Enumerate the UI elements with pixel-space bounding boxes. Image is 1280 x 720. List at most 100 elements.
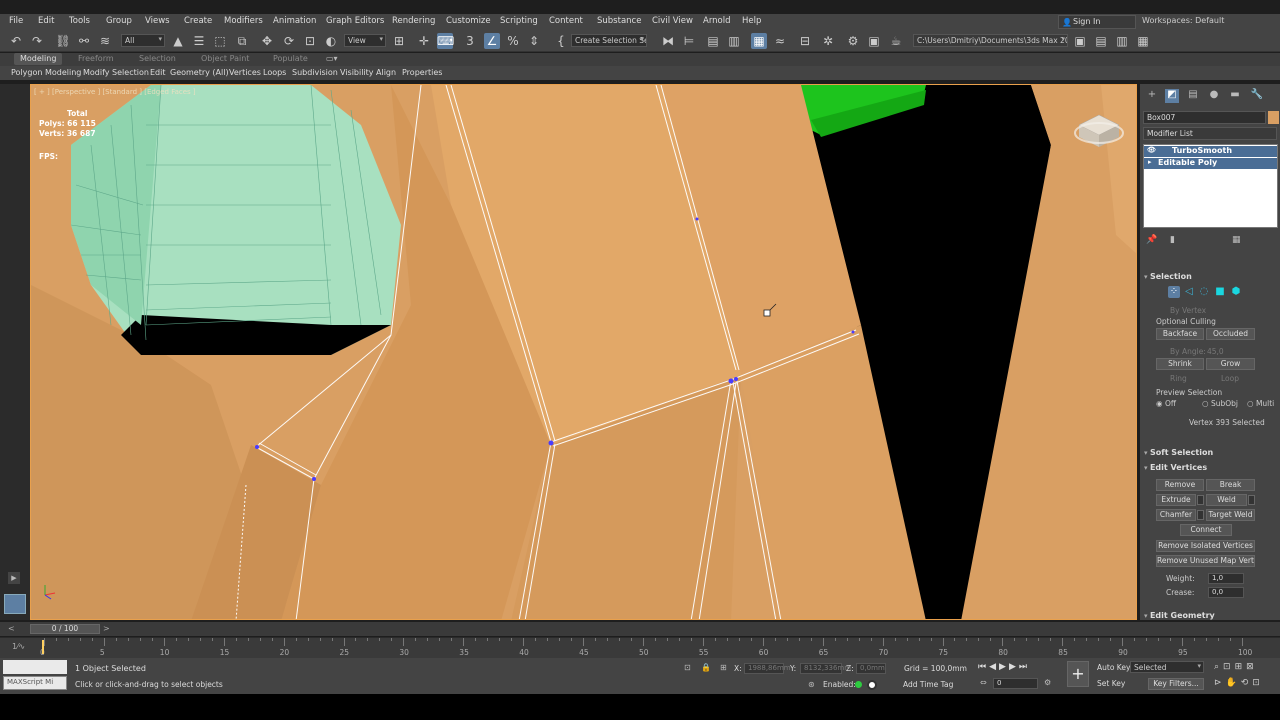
reference-coordinate-dropdown[interactable]: View xyxy=(344,34,386,47)
panel-polygon-modeling[interactable]: Polygon Modeling xyxy=(11,68,81,77)
y-coordinate-field[interactable]: 8132,336mm xyxy=(800,663,851,674)
extrude-button[interactable]: Extrude xyxy=(1156,494,1196,506)
by-vertex-checkbox[interactable]: By Vertex xyxy=(1170,306,1206,315)
menu-scripting[interactable]: Scripting xyxy=(500,16,538,26)
chamfer-settings-icon[interactable] xyxy=(1197,510,1204,520)
select-manipulate-icon[interactable]: ✛ xyxy=(416,33,432,49)
panel-edit[interactable]: Edit xyxy=(150,68,166,77)
preview-subobj-radio[interactable]: ○ SubObj xyxy=(1202,399,1238,408)
unlink-icon[interactable]: ⚯ xyxy=(76,33,92,49)
show-end-result-icon[interactable]: ▮ xyxy=(1170,235,1175,245)
set-key-button[interactable]: Set Key xyxy=(1097,679,1125,688)
object-name-field[interactable]: Box007 xyxy=(1143,111,1266,124)
maxscript-input[interactable] xyxy=(3,660,67,674)
link-icon[interactable]: ⛓ xyxy=(55,33,71,49)
project-path[interactable]: C:\Users\Dmitriy\Documents\3ds Max 2022 xyxy=(913,34,1068,47)
time-slider[interactable]: < 0 / 100 > xyxy=(0,622,1280,636)
x-coordinate-field[interactable]: 1988,86mm xyxy=(744,663,791,674)
border-mode-icon[interactable]: ◌ xyxy=(1198,286,1210,298)
enabled-indicator-icon[interactable] xyxy=(855,681,862,688)
edit-geometry-rollout-title[interactable]: Edit Geometry xyxy=(1144,611,1215,620)
panel-align[interactable]: Align xyxy=(376,68,396,77)
rotate-icon[interactable]: ⟳ xyxy=(281,33,297,49)
utilities-tab-icon[interactable]: 🔧 xyxy=(1250,89,1264,103)
percent-snap-icon[interactable]: % xyxy=(505,33,521,49)
menu-animation[interactable]: Animation xyxy=(273,16,316,26)
align-icon[interactable]: ⊨ xyxy=(681,33,697,49)
weight-spinner[interactable]: 1,0 xyxy=(1208,573,1244,584)
current-frame-field[interactable]: 0 xyxy=(993,678,1038,689)
panel-loops[interactable]: Loops xyxy=(263,68,286,77)
tab-selection[interactable]: Selection xyxy=(139,54,176,63)
preview-off-radio[interactable]: ◉ Off xyxy=(1156,399,1176,408)
select-object-icon[interactable]: ▲ xyxy=(170,33,186,49)
bind-space-warp-icon[interactable]: ≋ xyxy=(97,33,113,49)
panel-visibility[interactable]: Visibility xyxy=(340,68,374,77)
expand-layout-icon[interactable]: ▶ xyxy=(8,572,20,584)
menu-create[interactable]: Create xyxy=(184,16,212,26)
menu-file[interactable]: File xyxy=(9,16,23,26)
edit-vertices-rollout-title[interactable]: Edit Vertices xyxy=(1144,463,1207,472)
stack-item-turbosmooth[interactable]: 👁 TurboSmooth xyxy=(1144,146,1277,157)
menu-edit[interactable]: Edit xyxy=(38,16,54,26)
isolate-selection-icon[interactable]: ⊡ xyxy=(684,663,691,672)
open-icon[interactable]: ▦ xyxy=(1135,33,1151,49)
tab-modeling[interactable]: Modeling xyxy=(14,53,63,65)
menu-tools[interactable]: Tools xyxy=(69,16,90,26)
named-selection-dropdown[interactable]: Create Selection Se xyxy=(571,34,647,47)
by-angle-label[interactable]: By Angle: xyxy=(1170,347,1206,356)
hierarchy-tab-icon[interactable]: ▤ xyxy=(1186,89,1200,103)
menu-arnold[interactable]: Arnold xyxy=(703,16,731,26)
modify-tab-icon[interactable]: ◩ xyxy=(1165,89,1179,103)
motion-tab-icon[interactable]: ● xyxy=(1207,89,1221,103)
add-time-tag-button[interactable]: Add Time Tag xyxy=(903,680,953,689)
weld-button[interactable]: Weld xyxy=(1206,494,1247,506)
undo-icon[interactable]: ↶ xyxy=(8,33,24,49)
scale-icon[interactable]: ⊡ xyxy=(302,33,318,49)
set-project-icon[interactable]: ▣ xyxy=(1072,33,1088,49)
selection-lock-icon[interactable]: 🔒 xyxy=(701,663,711,672)
preview-multi-radio[interactable]: ○ Multi xyxy=(1247,399,1274,408)
weld-settings-icon[interactable] xyxy=(1248,495,1255,505)
absolute-mode-icon[interactable]: ⊞ xyxy=(720,663,727,672)
angle-snap-icon[interactable]: ∠ xyxy=(484,33,500,49)
panel-vertices[interactable]: Vertices xyxy=(229,68,261,77)
panel-modify-selection[interactable]: Modify Selection xyxy=(83,68,149,77)
object-color-swatch[interactable] xyxy=(1268,111,1279,124)
connect-button[interactable]: Connect xyxy=(1180,524,1232,536)
curve-editor-icon[interactable]: ≈ xyxy=(772,33,788,49)
tab-object-paint[interactable]: Object Paint xyxy=(201,54,249,63)
toggle-scene-explorer-icon[interactable]: ▤ xyxy=(705,33,721,49)
render-setup-icon[interactable]: ⚙ xyxy=(845,33,861,49)
menu-modifiers[interactable]: Modifiers xyxy=(224,16,263,26)
remove-isolated-vertices-button[interactable]: Remove Isolated Vertices xyxy=(1156,540,1255,552)
panel-subdivision[interactable]: Subdivision xyxy=(292,68,338,77)
shrink-button[interactable]: Shrink xyxy=(1156,358,1204,370)
stack-item-editable-poly[interactable]: ▸ Editable Poly xyxy=(1144,158,1277,169)
panel-geometry-all[interactable]: Geometry (All) xyxy=(170,68,229,77)
material-editor-icon[interactable]: ✲ xyxy=(820,33,836,49)
toggle-ribbon-icon[interactable]: ▦ xyxy=(751,33,767,49)
create-tab-icon[interactable]: + xyxy=(1145,89,1159,103)
menu-civil-view[interactable]: Civil View xyxy=(652,16,693,26)
menu-views[interactable]: Views xyxy=(145,16,170,26)
modifier-list-dropdown[interactable]: Modifier List xyxy=(1143,127,1277,140)
render-production-icon[interactable]: ☕ xyxy=(888,33,904,49)
menu-customize[interactable]: Customize xyxy=(446,16,491,26)
placement-icon[interactable]: ◐ xyxy=(323,33,339,49)
window-crossing-icon[interactable]: ⧉ xyxy=(234,33,250,49)
configure-modifier-sets-icon[interactable]: ▦ xyxy=(1232,235,1241,245)
display-tab-icon[interactable]: ▬ xyxy=(1228,89,1242,103)
save-icon[interactable]: ▥ xyxy=(1114,33,1130,49)
menu-content[interactable]: Content xyxy=(549,16,583,26)
selection-set-dropdown[interactable]: Selected xyxy=(1130,661,1204,673)
move-icon[interactable]: ✥ xyxy=(259,33,275,49)
tab-freeform[interactable]: Freeform xyxy=(78,54,114,63)
target-weld-button[interactable]: Target Weld xyxy=(1206,509,1255,521)
element-mode-icon[interactable]: ⬢ xyxy=(1230,286,1242,298)
occluded-button[interactable]: Occluded xyxy=(1206,328,1255,340)
vertex-mode-icon[interactable]: ⁘ xyxy=(1168,286,1180,298)
menu-rendering[interactable]: Rendering xyxy=(392,16,435,26)
redo-icon[interactable]: ↷ xyxy=(29,33,45,49)
ribbon-options-icon[interactable]: ▭▾ xyxy=(326,54,338,63)
